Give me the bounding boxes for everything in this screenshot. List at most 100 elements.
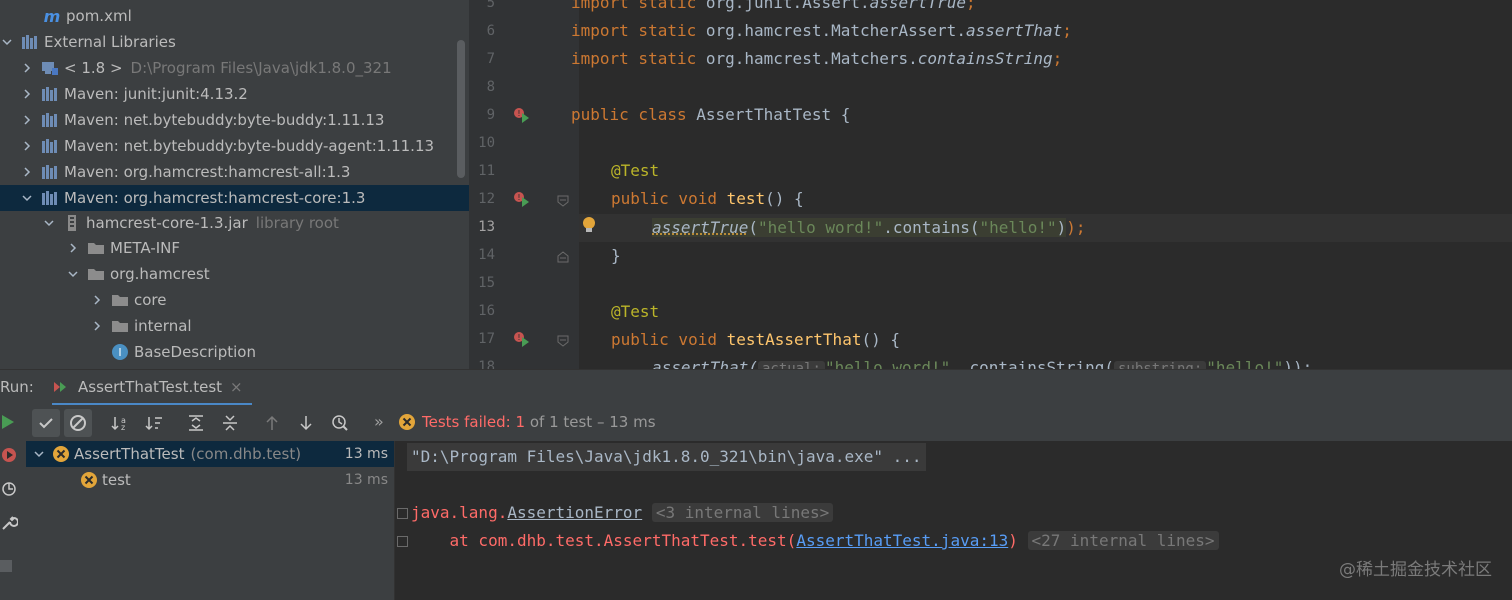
history-icon xyxy=(332,415,348,431)
chevron-right-icon[interactable] xyxy=(90,319,104,333)
chevron-right-icon[interactable] xyxy=(20,61,34,75)
chevron-right-icon[interactable] xyxy=(20,165,34,179)
code-line-9: public class AssertThatTest { xyxy=(571,105,851,124)
code-line-16: @Test xyxy=(611,302,660,321)
run-tab[interactable]: AssertThatTest.test × xyxy=(52,370,252,406)
tree-item-internal[interactable]: internal xyxy=(0,313,469,339)
code-line-14: } xyxy=(611,246,621,265)
library-icon xyxy=(40,163,60,181)
collapse-all-icon xyxy=(223,415,237,431)
chevron-right-icon[interactable] xyxy=(66,241,80,255)
code-editor[interactable]: 5 6 7 8 9 10 11 12 13 14 15 16 17 18 ! !… xyxy=(469,0,1512,369)
lightbulb-icon[interactable] xyxy=(581,216,597,234)
test-case-row[interactable]: test 13 ms xyxy=(26,467,394,493)
show-ignored-button[interactable] xyxy=(64,409,92,437)
library-icon xyxy=(40,111,60,129)
svg-text:!: ! xyxy=(517,193,520,202)
toggle-auto-test-icon[interactable] xyxy=(0,480,18,498)
failed-icon xyxy=(53,446,69,462)
library-icon xyxy=(40,189,60,207)
arrow-up-icon xyxy=(266,415,278,430)
tree-scrollbar[interactable] xyxy=(457,40,465,178)
chevron-down-icon[interactable] xyxy=(66,267,80,281)
line-number: 5 xyxy=(486,0,495,11)
library-icon xyxy=(40,85,60,103)
code-line-18: assertThat(actual: "hello word!", contain… xyxy=(652,354,1312,369)
tree-item-byte-buddy[interactable]: Maven: net.bytebuddy:byte-buddy:1.11.13 xyxy=(0,107,469,133)
maven-icon: m xyxy=(43,6,61,26)
rerun-failed-icon[interactable] xyxy=(0,446,18,464)
line-number: 13 xyxy=(478,219,495,235)
arrow-down-icon xyxy=(300,416,312,431)
close-icon[interactable]: × xyxy=(230,378,243,396)
collapse-all-button[interactable] xyxy=(216,409,244,437)
tree-item-base-description[interactable]: I BaseDescription xyxy=(0,339,469,365)
tree-item-junit[interactable]: Maven: junit:junit:4.13.2 xyxy=(0,81,469,107)
chevron-down-icon[interactable] xyxy=(0,35,14,49)
expand-all-button[interactable] xyxy=(182,409,210,437)
chevron-down-icon[interactable] xyxy=(32,447,46,461)
line-number: 8 xyxy=(486,79,495,95)
sort-alpha-icon: az xyxy=(111,416,126,432)
svg-text:z: z xyxy=(121,423,125,432)
test-history-button[interactable] xyxy=(326,409,354,437)
watermark: @稀土掘金技术社区 xyxy=(1339,560,1492,580)
run-test-icon[interactable]: ! xyxy=(513,107,531,123)
sort-duration-button[interactable] xyxy=(140,409,168,437)
expand-icon[interactable] xyxy=(397,508,408,519)
run-test-icon[interactable]: ! xyxy=(513,191,531,207)
folder-icon xyxy=(86,239,106,257)
folder-icon xyxy=(86,265,106,283)
sort-alpha-button[interactable]: az xyxy=(106,409,134,437)
fold-icon[interactable] xyxy=(557,195,569,207)
svg-text:!: ! xyxy=(517,109,520,118)
rerun-icon[interactable] xyxy=(0,413,16,431)
show-passed-button[interactable] xyxy=(32,409,60,437)
chevron-right-icon[interactable] xyxy=(20,139,34,153)
chevron-right-icon[interactable] xyxy=(90,293,104,307)
wrench-icon[interactable] xyxy=(0,514,18,532)
code-line-7: import static org.hamcrest.Matchers.cont… xyxy=(571,49,1063,68)
test-status: Tests failed: 1 of 1 test – 13 ms xyxy=(398,413,656,431)
tree-item-hamcrest-core[interactable]: Maven: org.hamcrest:hamcrest-core:1.3 xyxy=(0,185,469,211)
jar-icon xyxy=(62,214,82,232)
chevron-down-icon[interactable] xyxy=(20,191,34,205)
chevron-right-icon[interactable] xyxy=(20,87,34,101)
test-results-tree: AssertThatTest (com.dhb.test) 13 ms test… xyxy=(26,441,395,600)
interface-icon: I xyxy=(110,343,130,361)
run-test-icon[interactable]: ! xyxy=(513,331,531,347)
tree-item-pom[interactable]: m pom.xml xyxy=(0,3,469,29)
more-button[interactable]: » xyxy=(374,412,384,431)
expand-icon[interactable] xyxy=(397,536,408,547)
tree-item-meta-inf[interactable]: META-INF xyxy=(0,235,469,261)
library-icon xyxy=(20,33,40,51)
tree-item-org-hamcrest[interactable]: org.hamcrest xyxy=(0,261,469,287)
code-line-17: public void testAssertThat() { xyxy=(611,330,900,349)
fold-icon[interactable] xyxy=(557,251,569,263)
tree-item-byte-buddy-agent[interactable]: Maven: net.bytebuddy:byte-buddy-agent:1.… xyxy=(0,133,469,159)
console-output[interactable]: "D:\Program Files\Java\jdk1.8.0_321\bin\… xyxy=(395,441,1512,600)
expand-all-icon xyxy=(189,415,203,431)
fold-icon[interactable] xyxy=(557,335,569,347)
console-command[interactable]: "D:\Program Files\Java\jdk1.8.0_321\bin\… xyxy=(407,443,926,471)
stop-icon[interactable] xyxy=(0,560,12,572)
line-number: 14 xyxy=(478,247,495,263)
tree-item-jdk[interactable]: < 1.8 > D:\Program Files\Java\jdk1.8.0_3… xyxy=(0,55,469,81)
project-tree: m pom.xml External Libraries < 1.8 > D:\… xyxy=(0,0,469,369)
line-number: 7 xyxy=(486,51,495,67)
line-number: 6 xyxy=(486,23,495,39)
test-suite-row[interactable]: AssertThatTest (com.dhb.test) 13 ms xyxy=(26,441,394,467)
chevron-down-icon[interactable] xyxy=(42,216,56,230)
next-failed-button[interactable] xyxy=(292,409,320,437)
tree-item-core[interactable]: core xyxy=(0,287,469,313)
line-number: 17 xyxy=(478,331,495,347)
code-line-5: import static org.junit.Assert.assertTru… xyxy=(571,0,976,12)
tree-item-hamcrest-jar[interactable]: hamcrest-core-1.3.jar library root xyxy=(0,210,469,236)
chevron-right-icon[interactable] xyxy=(20,113,34,127)
stack-trace-link[interactable]: AssertThatTest.java:13 xyxy=(796,531,1008,550)
tree-item-external-libraries[interactable]: External Libraries xyxy=(0,29,469,55)
tree-item-hamcrest-all[interactable]: Maven: org.hamcrest:hamcrest-all:1.3 xyxy=(0,159,469,185)
previous-failed-button[interactable] xyxy=(258,409,286,437)
svg-text:I: I xyxy=(118,346,121,359)
console-error-line: java.lang.AssertionError <3 internal lin… xyxy=(397,499,834,527)
